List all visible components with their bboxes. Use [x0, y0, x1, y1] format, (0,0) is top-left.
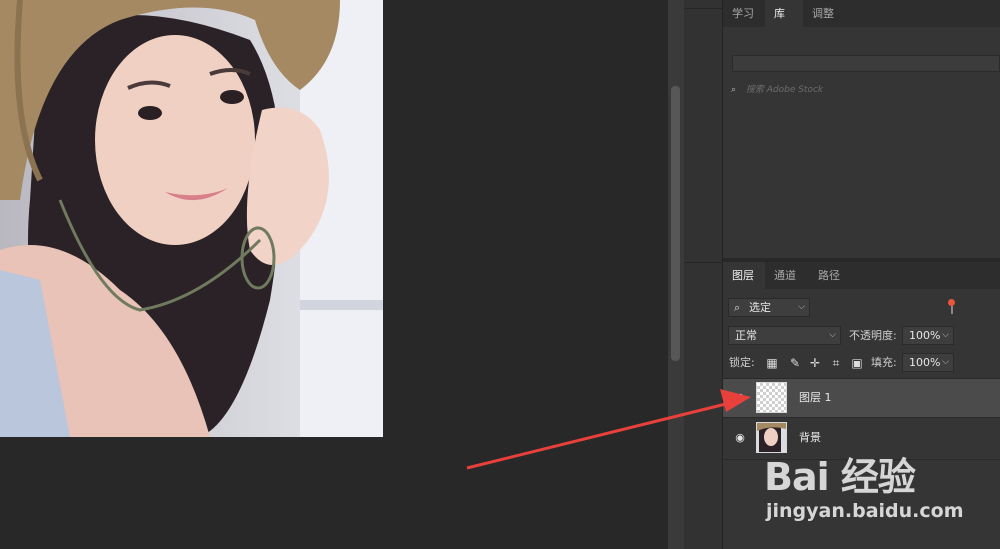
watermark-url: jingyan.baidu.com	[766, 500, 964, 522]
arrow-head	[720, 389, 751, 412]
watermark-brand: Bai 经验	[764, 455, 916, 499]
arrow-shaft	[466, 399, 739, 470]
baidu-jingyan-watermark: Bai 经验 jingyan.baidu.com	[760, 440, 1000, 549]
